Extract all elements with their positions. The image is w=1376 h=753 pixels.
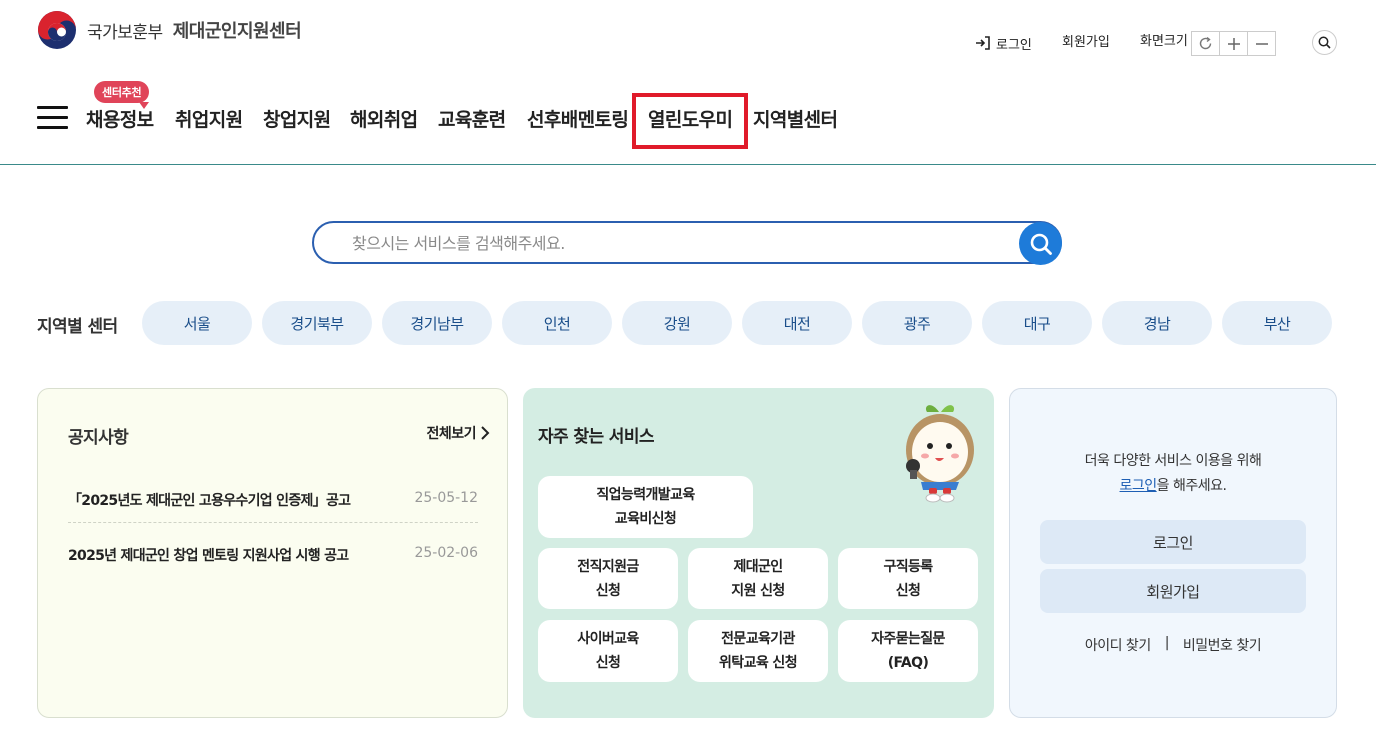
gnb-item-regional-centers[interactable]: 지역별센터	[753, 106, 838, 134]
notice-item[interactable]: 「2025년도 제대군인 고용우수기업 인증제」공고 25-05-12	[68, 490, 478, 518]
service-label-line1: 직업능력개발교육	[596, 487, 695, 503]
service-job-transition-grant-button[interactable]: 전직지원금신청	[538, 548, 678, 609]
service-label-line1: 자주묻는질문	[871, 631, 945, 647]
gnb-item-overseas-jobs[interactable]: 해외취업	[350, 106, 418, 134]
service-veteran-support-button[interactable]: 제대군인지원 신청	[688, 548, 828, 609]
utility-bar: 로그인 회원가입 화면크기	[0, 30, 1376, 57]
zoom-label: 화면크기	[1140, 34, 1188, 49]
notice-title: 공지사항	[68, 428, 129, 448]
notice-item-date: 25-02-06	[414, 545, 478, 561]
member-message-line1: 더욱 다양한 서비스 이용을 위해	[1084, 453, 1262, 469]
service-label-line1: 사이버교육	[577, 631, 639, 647]
top-header: 국가보훈부 제대군인지원센터 로그인 회원가입 화면크기	[0, 0, 1376, 64]
zoom-out-button[interactable]	[1247, 31, 1276, 56]
service-institution-training-button[interactable]: 전문교육기관위탁교육 신청	[688, 620, 828, 682]
notice-card: 공지사항 전체보기 「2025년도 제대군인 고용우수기업 인증제」공고 25-…	[37, 388, 508, 718]
service-label-line2: 지원 신청	[731, 582, 785, 599]
header-search-button[interactable]	[1312, 30, 1337, 55]
find-id-link[interactable]: 아이디 찾기	[1085, 635, 1151, 655]
service-training-fee-button[interactable]: 직업능력개발교육교육비신청	[538, 476, 753, 538]
service-label-line2: 위탁교육 신청	[719, 655, 798, 671]
util-join-link[interactable]: 회원가입	[1062, 31, 1110, 55]
service-label-line1: 전문교육기관	[721, 631, 795, 647]
member-message-rest: 을 해주세요.	[1156, 478, 1227, 494]
member-login-link[interactable]: 로그인	[1120, 478, 1158, 494]
member-find-links: 아이디 찾기 | 비밀번호 찾기	[1010, 635, 1336, 655]
region-gyeonggi-south[interactable]: 경기남부	[382, 301, 492, 345]
gnb-item-employment-support[interactable]: 취업지원	[175, 106, 243, 134]
minus-icon	[1255, 42, 1268, 45]
main-search	[312, 221, 1062, 265]
service-label-line1: 구직등록	[883, 558, 933, 575]
zoom-controls	[1191, 31, 1276, 56]
region-gyeongnam[interactable]: 경남	[1102, 301, 1212, 345]
gnb-item-jobs[interactable]: 채용정보	[86, 106, 154, 134]
services-title: 자주 찾는 서비스	[538, 427, 655, 447]
frequent-services-card: 자주 찾는 서비스 직업능력개발교육교육비신청 전직지원금신청 제대군인지원 신…	[523, 388, 994, 718]
service-faq-button[interactable]: 자주묻는질문 (FAQ)	[838, 620, 978, 682]
gnb-item-startup-support[interactable]: 창업지원	[263, 106, 331, 134]
util-login-label: 로그인	[996, 37, 1032, 53]
member-login-button[interactable]: 로그인	[1040, 520, 1306, 564]
region-gangwon[interactable]: 강원	[622, 301, 732, 345]
search-input[interactable]	[352, 232, 992, 254]
notice-item[interactable]: 2025년 제대군인 창업 멘토링 지원사업 시행 공고 25-02-06	[68, 545, 478, 573]
member-login-card: 더욱 다양한 서비스 이용을 위해 로그인을 해주세요. 로그인 회원가입 아이…	[1009, 388, 1337, 718]
plus-icon	[1227, 37, 1240, 50]
service-label-line1: 전직지원금	[577, 558, 639, 575]
notice-view-all-link[interactable]: 전체보기	[426, 423, 491, 443]
find-password-link[interactable]: 비밀번호 찾기	[1183, 635, 1262, 655]
center-recommend-badge: 센터추천	[94, 81, 150, 109]
service-cyber-education-button[interactable]: 사이버교육신청	[538, 620, 678, 682]
gnb-item-mentoring[interactable]: 선후배멘토링	[527, 106, 629, 134]
hamburger-menu-icon[interactable]	[37, 106, 68, 130]
service-job-registration-button[interactable]: 구직등록신청	[838, 548, 978, 609]
mascot-character-icon	[906, 405, 974, 503]
member-message: 더욱 다양한 서비스 이용을 위해 로그인을 해주세요.	[1010, 449, 1336, 499]
service-label-line2: 신청	[595, 582, 621, 599]
region-daegu[interactable]: 대구	[982, 301, 1092, 345]
zoom-reset-button[interactable]	[1191, 31, 1220, 56]
regional-centers-label: 지역별 센터	[37, 317, 118, 337]
service-label-line1: 제대군인	[733, 558, 783, 575]
gnb-item-open-helper[interactable]: 열린도우미	[648, 106, 733, 134]
region-gwangju[interactable]: 광주	[862, 301, 972, 345]
util-login-link[interactable]: 로그인	[975, 31, 1032, 55]
main-navigation: 센터추천 채용정보 취업지원 창업지원 해외취업 교육훈련 선후배멘토링 열린도…	[0, 64, 1376, 165]
zoom-in-button[interactable]	[1219, 31, 1248, 56]
service-label-line2: (FAQ)	[887, 655, 929, 671]
notice-item-date: 25-05-12	[414, 490, 478, 506]
notice-view-all-label: 전체보기	[426, 426, 476, 442]
gnb-item-education[interactable]: 교육훈련	[438, 106, 506, 134]
region-incheon[interactable]: 인천	[502, 301, 612, 345]
notice-item-title: 「2025년도 제대군인 고용우수기업 인증제」공고	[68, 493, 351, 509]
refresh-icon	[1199, 36, 1212, 50]
service-label-line2: 교육비신청	[614, 511, 677, 527]
region-gyeonggi-north[interactable]: 경기북부	[262, 301, 372, 345]
search-submit-button[interactable]	[1019, 222, 1062, 265]
member-join-button[interactable]: 회원가입	[1040, 569, 1306, 613]
notice-divider	[68, 522, 478, 523]
service-label-line2: 신청	[895, 582, 921, 599]
notice-item-title: 2025년 제대군인 창업 멘토링 지원사업 시행 공고	[68, 548, 349, 564]
login-icon	[976, 36, 990, 50]
search-icon	[1318, 36, 1331, 49]
search-icon	[1030, 233, 1052, 255]
chevron-right-icon	[481, 426, 490, 440]
find-links-separator: |	[1164, 635, 1170, 651]
region-daejeon[interactable]: 대전	[742, 301, 852, 345]
region-busan[interactable]: 부산	[1222, 301, 1332, 345]
region-seoul[interactable]: 서울	[142, 301, 252, 345]
service-label-line2: 신청	[595, 655, 621, 671]
